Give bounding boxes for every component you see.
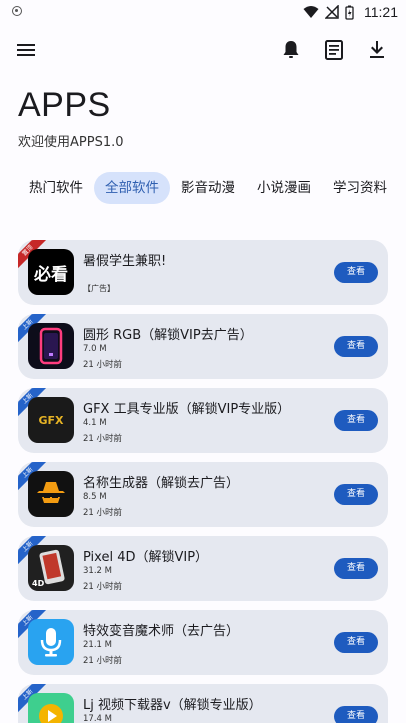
menu-icon[interactable] <box>14 38 38 62</box>
app-name: 暑假学生兼职! <box>83 254 167 269</box>
battery-icon <box>345 5 354 20</box>
status-icons: 11:21 <box>303 3 398 21</box>
article-icon[interactable] <box>322 38 346 62</box>
list-item[interactable]: 置顶 必看 暑假学生兼职! 【广告】 查看 <box>18 240 388 305</box>
app-thumbnail <box>28 619 74 665</box>
app-bar <box>0 30 406 70</box>
list-item[interactable]: 上新 Lj 视频下载器v（解锁专业版） 17.4 M 查看 <box>18 684 388 723</box>
ad-tag: 【广告】 <box>83 284 115 293</box>
view-button[interactable]: 查看 <box>334 706 378 723</box>
app-name: 圆形 RGB（解锁VIP去广告） <box>83 328 253 343</box>
app-size: 7.0 M <box>83 344 107 354</box>
app-thumbnail: 必看 <box>28 249 74 295</box>
signal-icon <box>325 5 339 19</box>
tab-novel-comics[interactable]: 小说漫画 <box>246 172 322 204</box>
app-size: 31.2 M <box>83 566 112 576</box>
app-thumbnail: 4D <box>28 545 74 591</box>
thumbnail-label: 4D <box>32 579 45 588</box>
app-list: 置顶 必看 暑假学生兼职! 【广告】 查看 上新 圆形 RGB（解锁VIP去广告… <box>18 240 388 723</box>
bell-icon[interactable] <box>279 38 303 62</box>
app-size: 21.1 M <box>83 640 112 650</box>
app-name: 名称生成器（解锁去广告） <box>83 476 240 491</box>
app-size: 4.1 M <box>83 418 107 428</box>
app-name: 特效变音魔术师（去广告） <box>83 624 240 639</box>
app-updated-time: 21 小时前 <box>83 582 123 592</box>
notification-icon <box>12 6 22 16</box>
microphone-icon <box>40 628 62 657</box>
app-updated-time: 21 小时前 <box>83 360 123 370</box>
page-title: APPS <box>18 86 111 124</box>
list-item[interactable]: 上新 特效变音魔术师（去广告） 21.1 M 21 小时前 查看 <box>18 610 388 675</box>
view-button[interactable]: 查看 <box>334 410 378 431</box>
list-item[interactable]: 上新 4D Pixel 4D（解锁VIP） 31.2 M 21 小时前 查看 <box>18 536 388 601</box>
tab-video-anime[interactable]: 影音动漫 <box>170 172 246 204</box>
spy-hat-icon <box>37 482 65 503</box>
view-button[interactable]: 查看 <box>334 262 378 283</box>
app-name: GFX 工具专业版（解锁VIP专业版） <box>83 402 291 417</box>
view-button[interactable]: 查看 <box>334 336 378 357</box>
list-item[interactable]: 上新 GFX GFX 工具专业版（解锁VIP专业版） 4.1 M 21 小时前 … <box>18 388 388 453</box>
wifi-icon <box>303 6 319 18</box>
list-item[interactable]: 上新 圆形 RGB（解锁VIP去广告） 7.0 M 21 小时前 查看 <box>18 314 388 379</box>
app-thumbnail <box>28 471 74 517</box>
tab-all-apps[interactable]: 全部软件 <box>94 172 170 204</box>
app-thumbnail <box>28 323 74 369</box>
thumbnail-label: GFX <box>38 413 64 427</box>
app-name: Pixel 4D（解锁VIP） <box>83 550 209 565</box>
view-button[interactable]: 查看 <box>334 558 378 579</box>
category-tabs: 热门软件 全部软件 影音动漫 小说漫画 学习资料 <box>18 172 398 204</box>
play-icon <box>39 704 63 723</box>
app-updated-time: 21 小时前 <box>83 656 123 666</box>
view-button[interactable]: 查看 <box>334 632 378 653</box>
tab-study-materials[interactable]: 学习资料 <box>322 172 398 204</box>
status-time: 11:21 <box>364 4 398 20</box>
app-size: 8.5 M <box>83 492 107 502</box>
app-thumbnail: GFX <box>28 397 74 443</box>
page-subtitle: 欢迎使用APPS1.0 <box>18 135 124 150</box>
app-updated-time: 21 小时前 <box>83 508 123 518</box>
app-name: Lj 视频下载器v（解锁专业版） <box>83 698 262 713</box>
list-item[interactable]: 上新 名称生成器（解锁去广告） 8.5 M 21 小时前 查看 <box>18 462 388 527</box>
view-button[interactable]: 查看 <box>334 484 378 505</box>
rgb-phone-icon <box>39 327 63 365</box>
tab-hot-apps[interactable]: 热门软件 <box>18 172 94 204</box>
app-size: 17.4 M <box>83 714 112 723</box>
download-icon[interactable] <box>365 38 389 62</box>
app-updated-time: 21 小时前 <box>83 434 123 444</box>
app-thumbnail <box>28 693 74 723</box>
status-bar: 11:21 <box>0 0 406 24</box>
thumbnail-label: 必看 <box>34 264 68 285</box>
